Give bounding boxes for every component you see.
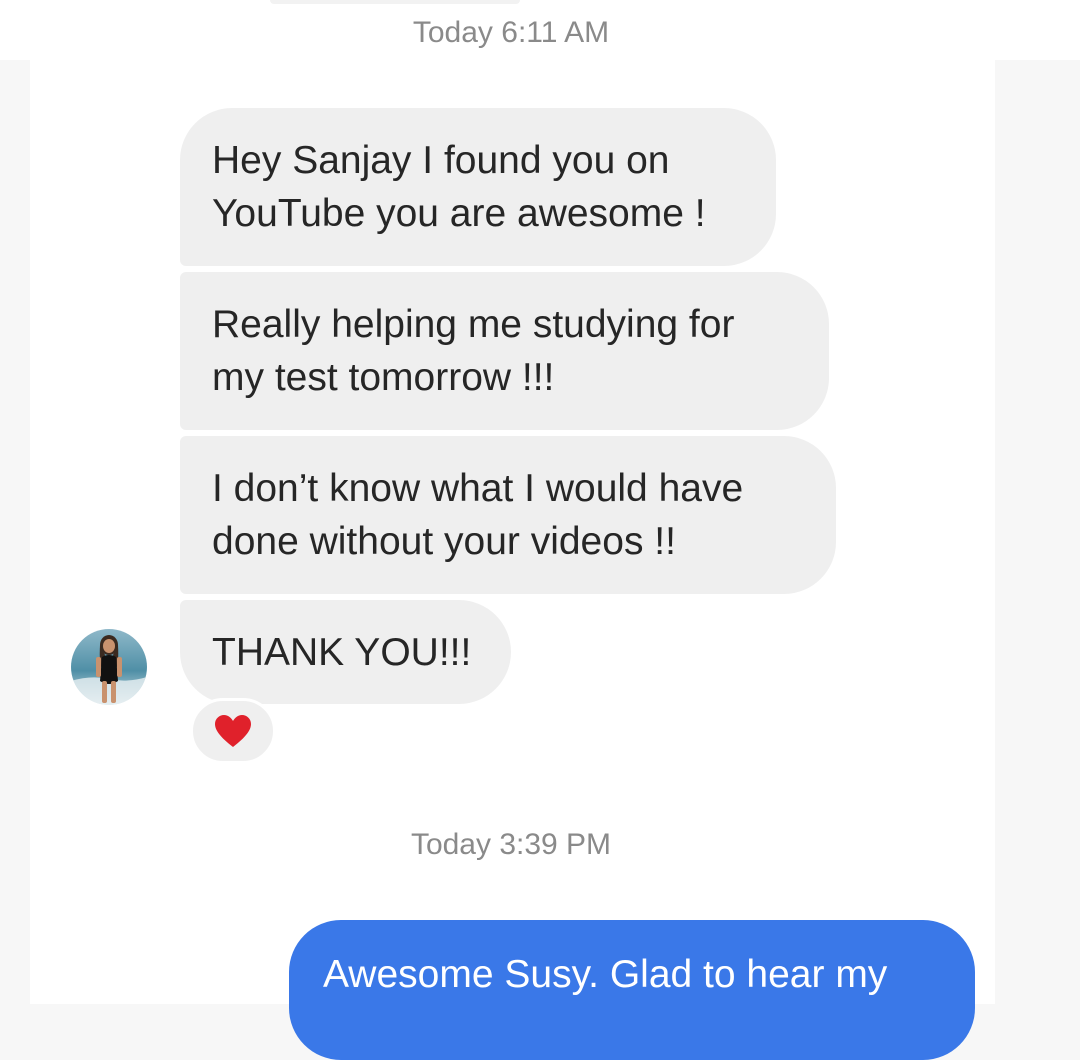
received-message[interactable]: I don’t know what I would have done with… (180, 436, 836, 594)
timestamp: Today 6:11 AM (412, 16, 610, 49)
avatar[interactable] (71, 629, 147, 705)
reaction-badge[interactable] (190, 698, 276, 764)
timestamp: Today 3:39 PM (410, 828, 612, 861)
received-message[interactable]: Hey Sanjay I found you on YouTube you ar… (180, 108, 776, 266)
sent-message[interactable]: Awesome Susy. Glad to hear my (289, 920, 975, 1060)
heart-icon (215, 715, 251, 747)
top-bar-strip (270, 0, 520, 4)
received-message[interactable]: Really helping me studying for my test t… (180, 272, 829, 430)
received-message[interactable]: THANK YOU!!! (180, 600, 511, 704)
avatar-image (71, 629, 147, 705)
